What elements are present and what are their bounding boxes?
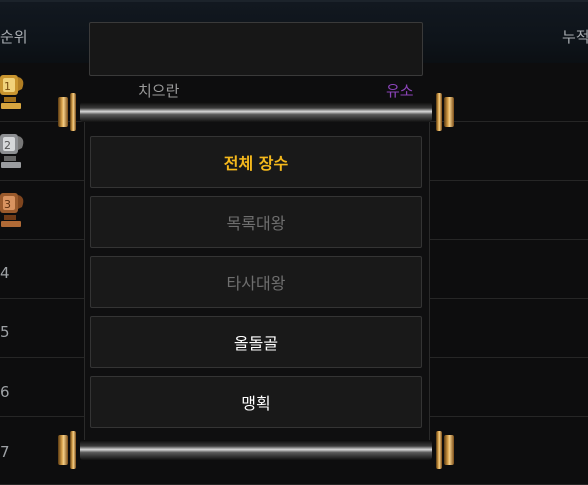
svg-text:1: 1 xyxy=(4,80,11,93)
scroll-bottom-rod xyxy=(58,431,454,469)
filter-option-menghuo[interactable]: 맹획 xyxy=(90,376,422,428)
rank-number: 5 xyxy=(0,323,10,341)
filter-option-all-generals[interactable]: 전체 장수 xyxy=(90,136,422,188)
rank-column-header: 순위 xyxy=(0,28,28,46)
svg-text:2: 2 xyxy=(4,139,11,152)
gold-trophy-icon: 1 xyxy=(0,75,24,109)
scroll-top-rod xyxy=(58,93,454,131)
silver-trophy-icon: 2 xyxy=(0,134,24,168)
rank-number: 6 xyxy=(0,383,10,401)
rank-number: 4 xyxy=(0,264,10,282)
search-input[interactable] xyxy=(89,22,423,76)
rank-number: 7 xyxy=(0,443,10,461)
total-column-header: 누적 xyxy=(562,28,588,46)
filter-option-oldolgol[interactable]: 올돌골 xyxy=(90,316,422,368)
svg-text:3: 3 xyxy=(4,198,11,211)
filter-option-tasa-king[interactable]: 타사대왕 xyxy=(90,256,422,308)
bronze-trophy-icon: 3 xyxy=(0,193,24,227)
filter-option-mokrok-king[interactable]: 목록대왕 xyxy=(90,196,422,248)
